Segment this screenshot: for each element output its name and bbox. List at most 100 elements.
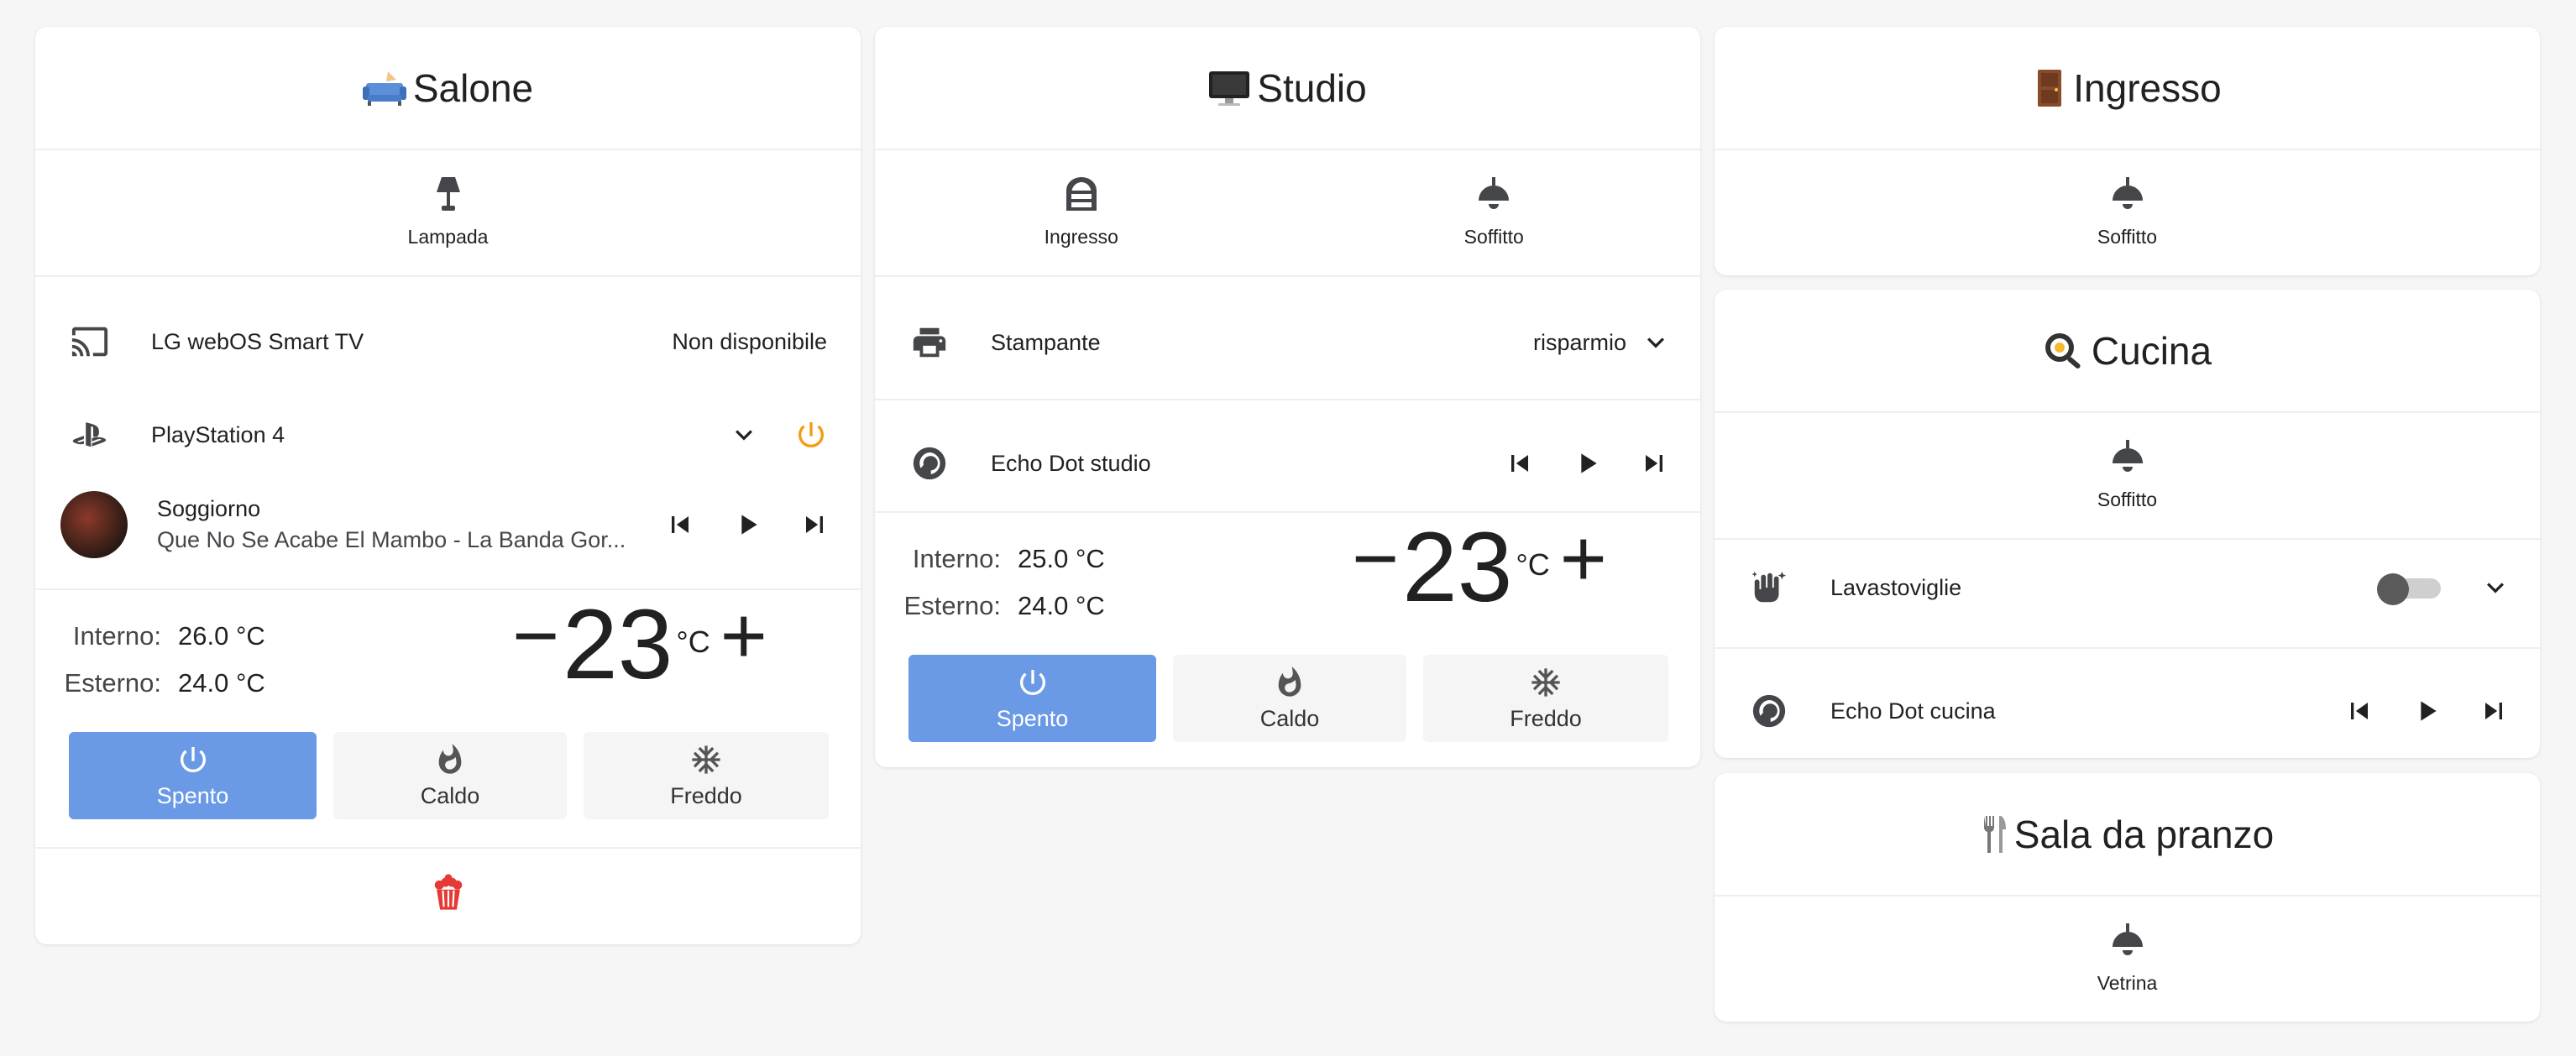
ingresso-label: Ingresso bbox=[1044, 226, 1118, 248]
soffitto-button[interactable]: Soffitto bbox=[2002, 174, 2254, 248]
decrease-button[interactable]: − bbox=[512, 594, 559, 678]
previous-track-icon[interactable] bbox=[2338, 690, 2380, 732]
esterno-label: Esterno: bbox=[64, 668, 161, 698]
card-title-text: Sala da pranzo bbox=[2013, 812, 2275, 856]
echo-cucina-row[interactable]: Echo Dot cucina bbox=[1715, 686, 2540, 736]
play-icon[interactable] bbox=[726, 504, 768, 546]
previous-track-icon[interactable] bbox=[1499, 442, 1541, 484]
ceiling-light-icon bbox=[2112, 177, 2143, 209]
chevron-down-icon[interactable] bbox=[2474, 567, 2516, 609]
echo-studio-name: Echo Dot studio bbox=[991, 450, 1151, 476]
soffitto-label: Soffitto bbox=[2097, 489, 2158, 510]
echo-studio-row[interactable]: Echo Dot studio bbox=[875, 438, 1700, 489]
chevron-down-icon[interactable] bbox=[1635, 322, 1677, 363]
thermostat-setpoint: − 23 °C + bbox=[512, 589, 767, 700]
lampada-label: Lampada bbox=[407, 226, 489, 248]
increase-button[interactable]: + bbox=[1560, 517, 1607, 601]
temperature-readings: Interno: 25.0 °C Esterno: 24.0 °C bbox=[892, 536, 1105, 630]
card-title-salone: Salone bbox=[35, 27, 861, 150]
card-sala-da-pranzo: Sala da pranzo Vetrina bbox=[1715, 773, 2540, 1022]
mode-cool-button[interactable]: Freddo bbox=[584, 732, 829, 819]
fire-icon bbox=[438, 743, 462, 774]
next-track-icon[interactable] bbox=[2473, 690, 2515, 732]
setpoint-value: 23 bbox=[1402, 512, 1513, 623]
door-icon bbox=[2033, 68, 2066, 108]
card-title-text: Ingresso bbox=[2073, 65, 2222, 110]
next-track-icon[interactable] bbox=[793, 504, 835, 546]
mode-cool-label: Freddo bbox=[1510, 705, 1582, 731]
ceiling-light-icon bbox=[1479, 177, 1510, 209]
mode-heat-button[interactable]: Caldo bbox=[1173, 655, 1406, 742]
playstation-row[interactable]: PlayStation 4 bbox=[35, 410, 861, 460]
floor-lamp-icon bbox=[436, 177, 460, 211]
printer-row[interactable]: Stampante risparmio bbox=[875, 317, 1700, 368]
interno-label: Interno: bbox=[912, 544, 1001, 573]
card-title-text: Cucina bbox=[2091, 328, 2212, 373]
dishwasher-name: Lavastoviglie bbox=[1830, 574, 1962, 600]
media-row[interactable]: Soggiorno Que No Se Acabe El Mambo - La … bbox=[35, 487, 861, 562]
cast-icon bbox=[69, 321, 111, 363]
alexa-icon bbox=[1748, 690, 1790, 732]
power-icon[interactable] bbox=[790, 414, 832, 456]
fire-icon bbox=[1278, 666, 1301, 697]
alexa-icon bbox=[908, 442, 950, 484]
play-icon[interactable] bbox=[2406, 690, 2448, 732]
dishwasher-row[interactable]: Lavastoviglie bbox=[1715, 562, 2540, 613]
hand-wash-icon bbox=[1748, 567, 1790, 609]
garage-door-icon bbox=[1065, 177, 1097, 211]
echo-cucina-name: Echo Dot cucina bbox=[1830, 698, 1996, 724]
ceiling-light-icon bbox=[2112, 440, 2143, 472]
card-title-studio: Studio bbox=[875, 27, 1700, 150]
chevron-down-icon[interactable] bbox=[723, 414, 765, 456]
soffitto-button[interactable]: Soffitto bbox=[1368, 174, 1620, 248]
playstation-icon bbox=[69, 414, 111, 456]
interno-value: 25.0 °C bbox=[1018, 544, 1105, 573]
tv-name: LG webOS Smart TV bbox=[151, 328, 364, 354]
popcorn-button[interactable] bbox=[35, 870, 861, 914]
popcorn-icon bbox=[434, 874, 462, 912]
mode-off-button[interactable]: Spento bbox=[69, 732, 317, 819]
lampada-button[interactable]: Lampada bbox=[322, 174, 574, 248]
mode-heat-label: Caldo bbox=[420, 782, 480, 808]
tv-row[interactable]: LG webOS Smart TV Non disponibile bbox=[35, 316, 861, 367]
previous-track-icon[interactable] bbox=[659, 504, 701, 546]
mode-heat-button[interactable]: Caldo bbox=[333, 732, 567, 819]
ingresso-button[interactable]: Ingresso bbox=[956, 174, 1207, 248]
mode-off-label: Spento bbox=[996, 705, 1069, 731]
esterno-value: 24.0 °C bbox=[178, 668, 265, 698]
esterno-value: 24.0 °C bbox=[1018, 591, 1105, 620]
soffitto-label: Soffitto bbox=[1463, 226, 1524, 248]
power-icon bbox=[1019, 669, 1045, 695]
mode-heat-label: Caldo bbox=[1259, 705, 1320, 731]
card-title-cucina: Cucina bbox=[1715, 290, 2540, 413]
esterno-label: Esterno: bbox=[903, 591, 1001, 620]
mode-cool-button[interactable]: Freddo bbox=[1423, 655, 1668, 742]
dishwasher-toggle[interactable] bbox=[2377, 573, 2441, 605]
card-title-sala: Sala da pranzo bbox=[1715, 773, 2540, 897]
snowflake-icon bbox=[1531, 667, 1560, 697]
setpoint-unit: °C bbox=[676, 625, 710, 659]
ceiling-light-icon bbox=[2112, 923, 2143, 955]
play-icon[interactable] bbox=[1566, 442, 1608, 484]
card-studio: Studio Ingresso Soffitto Stampante rispa… bbox=[875, 27, 1700, 767]
card-ingresso: Ingresso Soffitto bbox=[1715, 27, 2540, 275]
card-cucina: Cucina Soffitto Lavastoviglie Echo Dot c… bbox=[1715, 290, 2540, 758]
increase-button[interactable]: + bbox=[720, 594, 767, 678]
printer-mode-select[interactable]: risparmio bbox=[1533, 330, 1626, 356]
vetrina-button[interactable]: Vetrina bbox=[2002, 920, 2254, 995]
interno-label: Interno: bbox=[72, 621, 161, 651]
card-title-ingresso: Ingresso bbox=[1715, 27, 2540, 150]
setpoint-value: 23 bbox=[563, 589, 673, 700]
couch-icon bbox=[362, 70, 406, 107]
next-track-icon[interactable] bbox=[1633, 442, 1675, 484]
mode-off-label: Spento bbox=[156, 782, 229, 808]
vetrina-label: Vetrina bbox=[2097, 972, 2158, 994]
media-track: Que No Se Acabe El Mambo - La Banda Gor.… bbox=[157, 527, 626, 552]
card-title-text: Salone bbox=[412, 65, 534, 110]
fork-knife-icon bbox=[1981, 814, 2008, 855]
soffitto-button[interactable]: Soffitto bbox=[2002, 437, 2254, 511]
decrease-button[interactable]: − bbox=[1352, 517, 1399, 601]
mode-off-button[interactable]: Spento bbox=[908, 655, 1156, 742]
frying-pan-icon bbox=[2043, 331, 2085, 371]
playstation-name: PlayStation 4 bbox=[151, 421, 285, 447]
